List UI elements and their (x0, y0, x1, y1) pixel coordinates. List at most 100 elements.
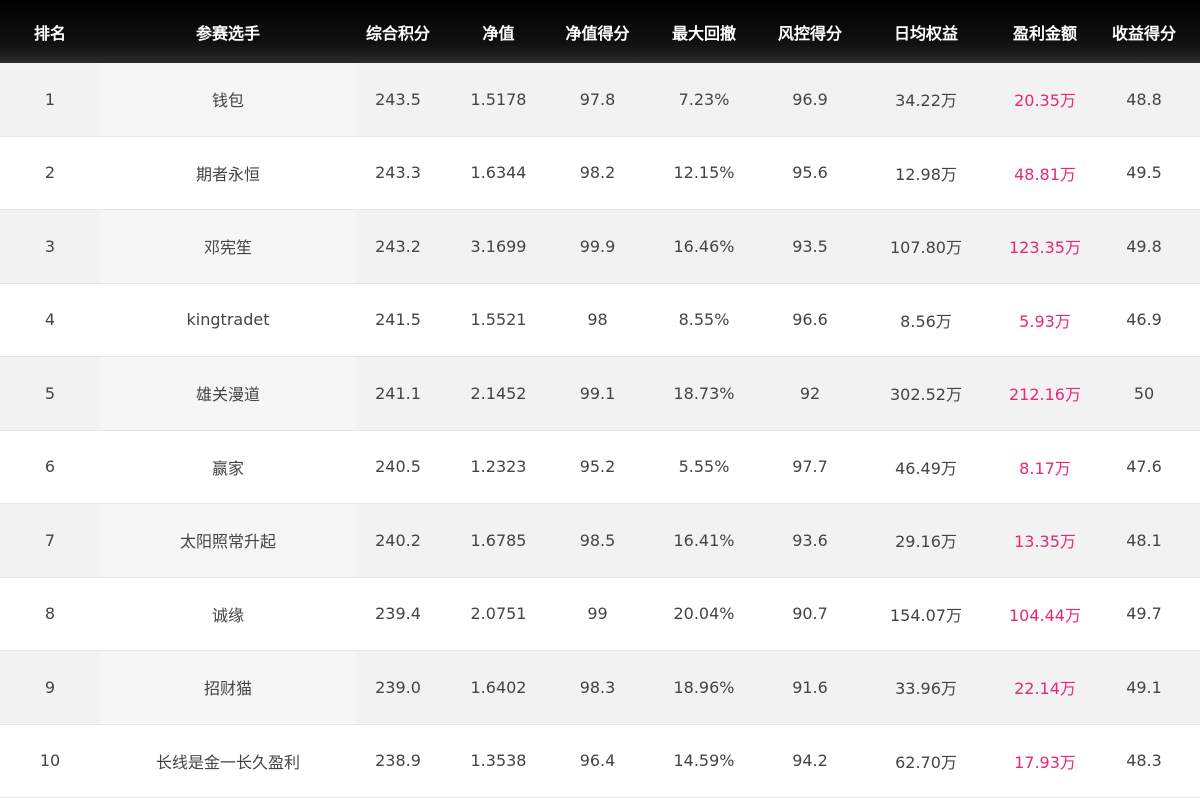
net-value-score-cell: 99 (587, 604, 608, 624)
risk-score-cell: 93.6 (792, 530, 828, 550)
header-daily-equity[interactable]: 日均权益 (850, 0, 1002, 63)
header-net-value[interactable]: 净值 (440, 0, 557, 63)
net-value-cell: 1.5178 (470, 89, 527, 109)
rank-cell: 5 (44, 383, 56, 403)
total-score-cell: 239.0 (375, 677, 421, 697)
total-score-cell: 243.3 (375, 163, 421, 183)
header-net-value-score[interactable]: 净值得分 (557, 0, 638, 63)
return-score-cell: 48.8 (1126, 89, 1162, 109)
risk-score-cell: 91.6 (792, 677, 828, 697)
header-max-drawdown[interactable]: 最大回撤 (638, 0, 770, 63)
risk-score-cell: 90.7 (792, 604, 828, 624)
profit-cell: 22.14万 (1014, 679, 1076, 699)
daily-equity-cell: 8.56万 (900, 311, 952, 331)
table-row[interactable]: 9 招财猫 239.0 1.6402 98.3 18.96% 91.6 33.9… (0, 651, 1200, 725)
max-drawdown-cell: 16.41% (673, 530, 735, 550)
profit-cell: 17.93万 (1014, 752, 1076, 772)
player-name-cell[interactable]: 长线是金一长久盈利 (100, 724, 356, 797)
net-value-score-cell: 99.1 (579, 383, 616, 403)
header-player[interactable]: 参赛选手 (100, 0, 356, 63)
player-name-cell[interactable]: 雄关漫道 (100, 357, 356, 430)
table-header: 排名 参赛选手 综合积分 净值 净值得分 最大回撤 风控得分 日均权益 盈利金额… (0, 0, 1200, 63)
daily-equity-cell: 34.22万 (895, 91, 957, 111)
player-name-cell[interactable]: 期者永恒 (100, 136, 356, 209)
return-score-cell: 49.8 (1126, 236, 1162, 256)
player-name-cell[interactable]: 邓宪笙 (100, 210, 356, 283)
profit-cell: 8.17万 (1019, 458, 1071, 478)
player-name-cell[interactable]: kingtradet (100, 283, 356, 356)
table-row[interactable]: 2 期者永恒 243.3 1.6344 98.2 12.15% 95.6 12.… (0, 136, 1200, 210)
rank-cell: 3 (44, 236, 56, 256)
profit-cell: 20.35万 (1014, 91, 1076, 111)
player-name-cell[interactable]: 钱包 (100, 63, 356, 136)
rank-cell: 9 (44, 677, 56, 697)
return-score-cell: 49.7 (1126, 604, 1162, 624)
profit-cell: 13.35万 (1014, 532, 1076, 552)
max-drawdown-cell: 7.23% (678, 89, 730, 109)
table-row[interactable]: 4 kingtradet 241.5 1.5521 98 8.55% 96.6 … (0, 283, 1200, 357)
net-value-cell: 2.1452 (470, 383, 527, 403)
net-value-cell: 1.6402 (470, 677, 527, 697)
max-drawdown-cell: 18.73% (673, 383, 735, 403)
return-score-cell: 48.3 (1126, 751, 1162, 771)
daily-equity-cell: 46.49万 (895, 458, 957, 478)
player-name-cell[interactable]: 招财猫 (100, 651, 356, 724)
net-value-score-cell: 98.5 (579, 530, 616, 550)
rank-cell: 4 (44, 310, 56, 330)
table-row[interactable]: 6 赢家 240.5 1.2323 95.2 5.55% 97.7 46.49万… (0, 430, 1200, 504)
net-value-score-cell: 97.8 (579, 89, 616, 109)
daily-equity-cell: 154.07万 (890, 605, 962, 625)
table-row[interactable]: 3 邓宪笙 243.2 3.1699 99.9 16.46% 93.5 107.… (0, 210, 1200, 284)
player-name-cell[interactable]: 赢家 (100, 430, 356, 503)
daily-equity-cell: 62.70万 (895, 752, 957, 772)
max-drawdown-cell: 12.15% (673, 163, 735, 183)
header-total-score[interactable]: 综合积分 (356, 0, 440, 63)
total-score-cell: 243.5 (375, 89, 421, 109)
rank-cell: 7 (44, 530, 56, 550)
total-score-cell: 239.4 (375, 604, 421, 624)
max-drawdown-cell: 8.55% (678, 310, 730, 330)
table-row[interactable]: 1 钱包 243.5 1.5178 97.8 7.23% 96.9 34.22万… (0, 63, 1200, 137)
net-value-score-cell: 95.2 (579, 457, 616, 477)
max-drawdown-cell: 20.04% (673, 604, 735, 624)
risk-score-cell: 95.6 (792, 163, 828, 183)
player-name-cell[interactable]: 诚缘 (100, 577, 356, 650)
header-return-score[interactable]: 收益得分 (1088, 0, 1200, 63)
table-row[interactable]: 10 长线是金一长久盈利 238.9 1.3538 96.4 14.59% 94… (0, 724, 1200, 798)
risk-score-cell: 93.5 (792, 236, 828, 256)
daily-equity-cell: 33.96万 (895, 679, 957, 699)
net-value-cell: 1.6344 (470, 163, 527, 183)
net-value-score-cell: 96.4 (579, 751, 616, 771)
table-row[interactable]: 5 雄关漫道 241.1 2.1452 99.1 18.73% 92 302.5… (0, 357, 1200, 431)
total-score-cell: 243.2 (375, 236, 421, 256)
header-profit[interactable]: 盈利金额 (1002, 0, 1088, 63)
return-score-cell: 50 (1133, 383, 1155, 403)
net-value-score-cell: 98.3 (579, 677, 616, 697)
net-value-cell: 1.2323 (470, 457, 527, 477)
player-name-cell[interactable]: 太阳照常升起 (100, 504, 356, 577)
max-drawdown-cell: 14.59% (673, 751, 735, 771)
total-score-cell: 240.2 (375, 530, 421, 550)
return-score-cell: 49.5 (1126, 163, 1162, 183)
total-score-cell: 241.1 (375, 383, 421, 403)
rank-cell: 10 (39, 751, 61, 771)
profit-cell: 48.81万 (1014, 164, 1076, 184)
daily-equity-cell: 29.16万 (895, 532, 957, 552)
net-value-cell: 1.3538 (470, 751, 527, 771)
risk-score-cell: 96.9 (792, 89, 828, 109)
risk-score-cell: 92 (799, 383, 821, 403)
profit-cell: 5.93万 (1019, 311, 1071, 331)
net-value-score-cell: 99.9 (579, 236, 616, 256)
table-row[interactable]: 8 诚缘 239.4 2.0751 99 20.04% 90.7 154.07万… (0, 577, 1200, 651)
profit-cell: 212.16万 (1009, 385, 1081, 405)
header-rank[interactable]: 排名 (0, 0, 100, 63)
header-risk-score[interactable]: 风控得分 (770, 0, 850, 63)
daily-equity-cell: 107.80万 (890, 238, 962, 258)
risk-score-cell: 96.6 (792, 310, 828, 330)
table-row[interactable]: 7 太阳照常升起 240.2 1.6785 98.5 16.41% 93.6 2… (0, 504, 1200, 578)
rank-cell: 8 (44, 604, 56, 624)
net-value-cell: 1.6785 (470, 530, 527, 550)
net-value-cell: 1.5521 (470, 310, 527, 330)
return-score-cell: 48.1 (1126, 530, 1162, 550)
profit-cell: 123.35万 (1009, 238, 1081, 258)
